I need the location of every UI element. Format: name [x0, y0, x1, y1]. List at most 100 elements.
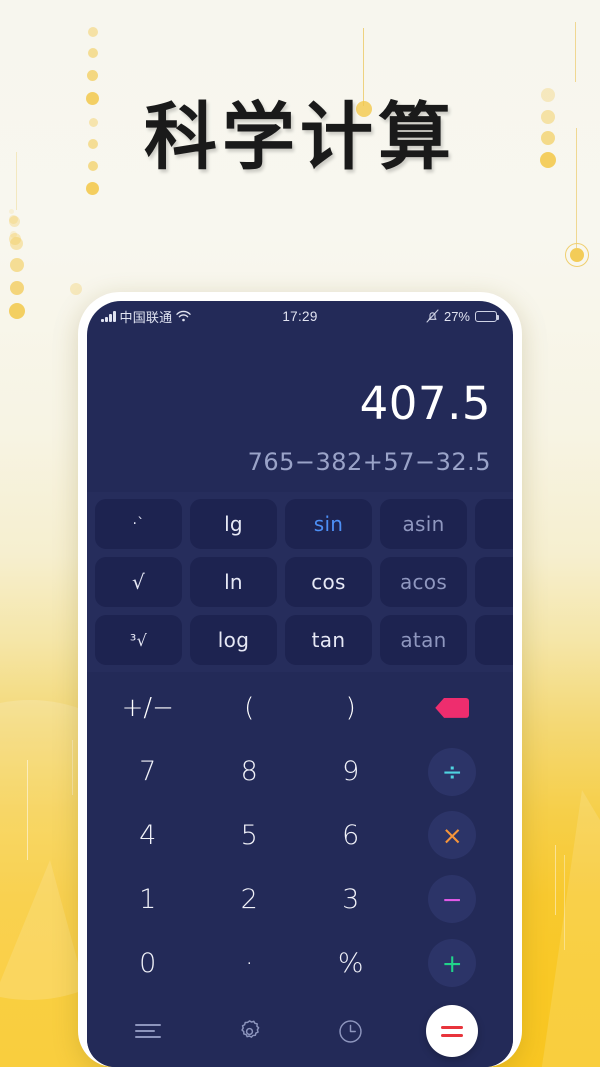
decorative-dot	[88, 48, 98, 58]
ln-button[interactable]: ln	[190, 557, 277, 607]
multiply-button[interactable]: ×	[402, 804, 504, 868]
digit-2-button[interactable]: 2	[199, 867, 301, 931]
bottom-toolbar	[87, 1001, 513, 1067]
keypad: +/− ( ) 7 8 9 ÷ 4 5 6 × 1 2 3 − 0 · % +	[87, 672, 513, 1001]
decimal-point-label: ·	[244, 947, 254, 979]
divide-button[interactable]: ÷	[402, 740, 504, 804]
expression-value: 765−382+57−32.5	[247, 448, 491, 476]
menu-button[interactable]	[97, 1021, 199, 1041]
equals-button[interactable]	[402, 1005, 504, 1057]
digit-5-label: 5	[240, 819, 258, 851]
decimal-point-button[interactable]: ·	[199, 931, 301, 995]
digit-1-label: 1	[139, 883, 157, 915]
lg-button-label: lg	[224, 512, 243, 536]
phone-frame: 中国联通 17:29 27% 407.5 765−382+57−32.5 ·ˋ …	[78, 292, 522, 1067]
add-label: +	[441, 948, 463, 978]
gear-icon	[236, 1018, 263, 1045]
decorative-line	[72, 740, 73, 795]
decorative-dot	[70, 283, 82, 295]
digit-6-button[interactable]: 6	[300, 804, 402, 868]
digit-8-button[interactable]: 8	[199, 740, 301, 804]
history-button[interactable]	[300, 1018, 402, 1045]
log-button[interactable]: log	[190, 615, 277, 665]
decorative-dot	[10, 237, 23, 250]
equals-icon	[426, 1005, 479, 1057]
page-title: 科学计算	[144, 95, 456, 180]
decorative-dot	[9, 216, 20, 227]
decorative-line	[27, 760, 28, 860]
cos-button[interactable]: cos	[285, 557, 372, 607]
digit-4-button[interactable]: 4	[97, 804, 199, 868]
backspace-icon	[435, 697, 470, 718]
decorative-line	[575, 22, 576, 82]
tan-button[interactable]: tan	[285, 615, 372, 665]
overflow-button-3[interactable]	[475, 615, 513, 665]
sign-toggle-button[interactable]: +/−	[97, 676, 199, 740]
phone-screen: 中国联通 17:29 27% 407.5 765−382+57−32.5 ·ˋ …	[87, 301, 513, 1067]
digit-0-button[interactable]: 0	[97, 931, 199, 995]
digit-0-label: 0	[139, 947, 157, 979]
calculator-display: 407.5 765−382+57−32.5	[87, 331, 513, 492]
cos-button-label: cos	[311, 570, 346, 594]
subtract-label: −	[441, 884, 463, 914]
sin-button-label: sin	[313, 512, 344, 536]
status-bar: 中国联通 17:29 27%	[87, 301, 513, 331]
divide-label: ÷	[441, 757, 463, 787]
cbrt-button-label: ³√	[129, 630, 148, 650]
divide-icon: ÷	[428, 747, 477, 796]
menu-icon	[134, 1021, 162, 1041]
sin-button[interactable]: sin	[285, 499, 372, 549]
digit-7-button[interactable]: 7	[97, 740, 199, 804]
decorative-line	[564, 855, 565, 950]
settings-button[interactable]	[199, 1018, 301, 1045]
backspace-button[interactable]	[402, 676, 504, 740]
asin-button[interactable]: asin	[380, 499, 467, 549]
atan-button[interactable]: atan	[380, 615, 467, 665]
sign-toggle-label: +/−	[121, 692, 174, 723]
digit-9-button[interactable]: 9	[300, 740, 402, 804]
cbrt-button[interactable]: ³√	[95, 615, 182, 665]
function-grid-container[interactable]: ·ˋ lg sin asin √ ln cos acos ³√ log tan …	[87, 492, 513, 672]
atan-button-label: atan	[400, 628, 447, 652]
decorative-line	[555, 845, 556, 915]
decorative-dot	[10, 281, 24, 295]
battery-percent-label: 27%	[443, 308, 470, 324]
acos-button[interactable]: acos	[380, 557, 467, 607]
digit-2-label: 2	[240, 883, 258, 915]
sqrt-button[interactable]: √	[95, 557, 182, 607]
digit-8-label: 8	[240, 756, 258, 788]
add-icon: +	[428, 939, 477, 988]
power-button[interactable]: ·ˋ	[95, 499, 182, 549]
digit-3-button[interactable]: 3	[300, 867, 402, 931]
status-bar-right: 27%	[426, 308, 500, 324]
equals-bars	[441, 1025, 464, 1037]
paren-open-label: (	[244, 692, 255, 723]
decorative-dot	[570, 248, 584, 262]
percent-button[interactable]: %	[300, 931, 402, 995]
paren-open-button[interactable]: (	[199, 676, 301, 740]
digit-5-button[interactable]: 5	[199, 804, 301, 868]
percent-label: %	[337, 947, 364, 979]
digit-4-label: 4	[139, 819, 157, 851]
asin-button-label: asin	[402, 512, 445, 536]
digit-1-button[interactable]: 1	[97, 867, 199, 931]
acos-button-label: acos	[399, 570, 448, 594]
digit-9-label: 9	[342, 756, 360, 788]
add-button[interactable]: +	[402, 931, 504, 995]
subtract-button[interactable]: −	[402, 867, 504, 931]
battery-icon	[475, 310, 500, 322]
digit-6-label: 6	[342, 819, 360, 851]
multiply-icon: ×	[428, 811, 477, 860]
decorative-dot	[10, 258, 24, 272]
digit-7-label: 7	[139, 756, 157, 788]
function-grid: ·ˋ lg sin asin √ ln cos acos ³√ log tan …	[95, 499, 513, 665]
sqrt-button-label: √	[131, 570, 146, 594]
power-button-label: ·ˋ	[132, 516, 145, 532]
paren-close-button[interactable]: )	[300, 676, 402, 740]
decorative-dot	[88, 27, 98, 37]
overflow-button-2[interactable]	[475, 557, 513, 607]
lg-button[interactable]: lg	[190, 499, 277, 549]
paren-close-label: )	[345, 692, 356, 723]
overflow-button-1[interactable]	[475, 499, 513, 549]
tan-button-label: tan	[311, 628, 346, 652]
